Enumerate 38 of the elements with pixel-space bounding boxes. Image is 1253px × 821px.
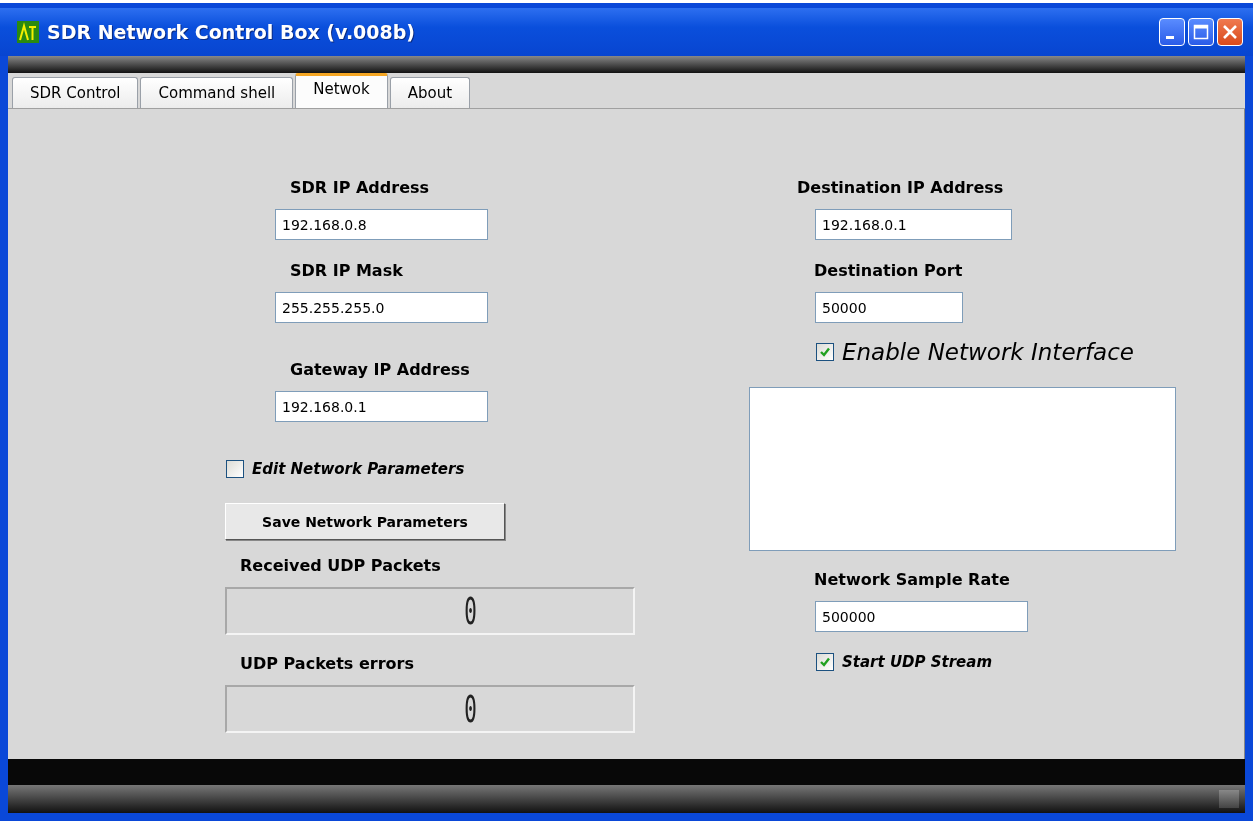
input-field[interactable]: 192.168.0.1 <box>275 391 488 422</box>
check-icon <box>819 346 831 358</box>
input-field[interactable]: 192.168.0.8 <box>275 209 488 240</box>
maximize-button[interactable] <box>1188 18 1214 46</box>
tab[interactable]: Netwok <box>295 73 388 108</box>
save-button[interactable]: Save Network Parameters <box>225 503 505 540</box>
field-label: UDP Packets errors <box>240 654 414 674</box>
field-label: Received UDP Packets <box>240 556 441 576</box>
field-label: Network Sample Rate <box>814 570 1010 590</box>
input-field[interactable]: 255.255.255.0 <box>275 292 488 323</box>
field-label: SDR IP Address <box>290 178 430 198</box>
field-label: Destination Port <box>814 261 963 281</box>
checkbox-label: Start UDP Stream <box>842 653 993 671</box>
checkbox-label: Edit Network Parameters <box>252 460 465 478</box>
input-field[interactable]: 192.168.0.1 <box>815 209 1012 240</box>
minimize-button[interactable] <box>1159 18 1185 46</box>
resize-grip[interactable] <box>1219 790 1239 808</box>
field-label: Destination IP Address <box>797 178 1004 198</box>
app-logo-icon <box>17 21 39 43</box>
check-icon <box>819 656 831 668</box>
checkbox-label: Enable Network Interface <box>842 339 1134 365</box>
counter-value: 0 <box>463 589 477 633</box>
counter-value: 0 <box>463 687 477 731</box>
field-label: SDR IP Mask <box>290 261 403 281</box>
close-icon <box>1222 24 1238 40</box>
tab[interactable]: SDR Control <box>12 77 139 108</box>
checkbox[interactable] <box>816 653 834 671</box>
tab[interactable]: About <box>389 77 471 108</box>
input-field[interactable]: 500000 <box>815 601 1028 632</box>
close-button[interactable] <box>1217 18 1243 46</box>
field-label: Gateway IP Address <box>290 360 470 380</box>
minimize-icon <box>1166 36 1174 39</box>
tab[interactable]: Command shell <box>140 77 294 108</box>
checkbox[interactable] <box>816 343 834 361</box>
checkbox[interactable] <box>226 460 244 478</box>
input-field[interactable]: 50000 <box>815 292 963 323</box>
maximize-icon <box>1193 24 1209 40</box>
window-title: SDR Network Control Box (v.008b) <box>47 21 417 43</box>
